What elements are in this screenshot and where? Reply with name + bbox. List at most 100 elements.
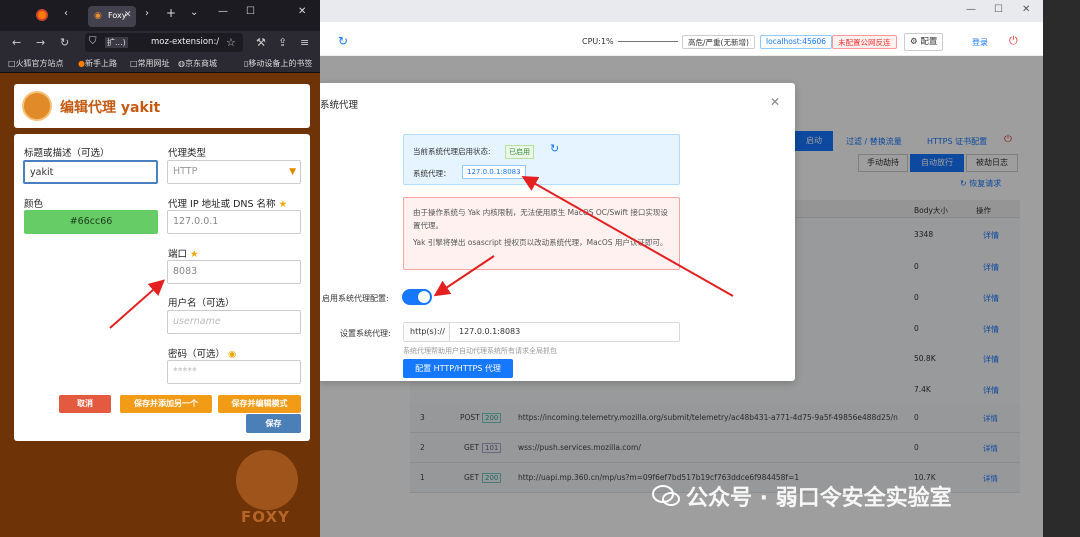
reload-icon[interactable]: ↻ bbox=[60, 36, 69, 49]
config-button[interactable]: ⚙ 配置 bbox=[904, 33, 944, 51]
cpu-graph bbox=[618, 41, 678, 42]
desktop-edge bbox=[1043, 0, 1080, 537]
refresh-icon[interactable]: ↻ bbox=[550, 142, 559, 155]
close-icon[interactable]: ✕ bbox=[1022, 4, 1030, 15]
title-input[interactable]: yakit bbox=[23, 160, 158, 184]
bookmark-item[interactable]: ●新手上路 bbox=[78, 58, 117, 69]
password-label: 密码（可选） ◉ bbox=[168, 346, 236, 360]
shield-icon: ⛉ bbox=[89, 36, 97, 47]
help-text: 系统代理帮助用户自动代理系统所有请求全局抓包 bbox=[403, 347, 557, 355]
chevron-left-icon[interactable]: ‹ bbox=[64, 8, 68, 19]
foxyproxy-logo-icon bbox=[22, 91, 52, 121]
password-label-text: 密码（可选） bbox=[168, 349, 226, 360]
tab-foxy[interactable]: ◉ Foxy ✕ bbox=[88, 6, 136, 27]
power-icon[interactable]: ⏻ bbox=[1009, 34, 1018, 48]
eye-icon[interactable]: ◉ bbox=[228, 349, 236, 360]
bookmark-item[interactable]: □常用网址 bbox=[130, 58, 170, 69]
extension-icon[interactable]: ⚒ bbox=[256, 36, 266, 49]
reverse-status[interactable]: 未配置公网反连 bbox=[832, 35, 897, 49]
fox-icon: ◉ bbox=[94, 11, 102, 21]
ip-label: 代理 IP 地址或 DNS 名称 ★ bbox=[168, 196, 287, 210]
extension-chip: 扩...) bbox=[105, 37, 128, 48]
bookmark-label: 火狐官方站点 bbox=[15, 59, 64, 68]
warning-box: 由于操作系统与 Yak 内核限制，无法使用原生 MacOS OC/Swift 接… bbox=[403, 197, 680, 270]
new-tab-icon[interactable]: + bbox=[166, 6, 176, 20]
folder-icon: □ bbox=[8, 59, 16, 68]
type-label: 代理类型 bbox=[168, 148, 207, 159]
bookmark-item[interactable]: ▯移动设备上的书签 bbox=[244, 58, 312, 69]
toggle-label: 启用系统代理配置: bbox=[322, 294, 389, 303]
share-icon[interactable]: ⇪ bbox=[278, 36, 287, 49]
page-title: 编辑代理 yakit bbox=[60, 100, 161, 116]
configure-proxy-button[interactable]: 配置 HTTP/HTTPS 代理 bbox=[403, 359, 513, 378]
tab-bar bbox=[0, 0, 320, 31]
minimize-icon[interactable]: — bbox=[966, 4, 976, 15]
bookmark-item[interactable]: ◍京东商城 bbox=[178, 58, 217, 69]
bookmark-label: 新手上路 bbox=[84, 59, 117, 68]
maximize-icon[interactable]: ☐ bbox=[246, 6, 255, 17]
save-add-button[interactable]: 保存并添加另一个 bbox=[120, 395, 212, 413]
login-link[interactable]: 登录 bbox=[972, 37, 988, 48]
forward-icon[interactable]: → bbox=[36, 36, 45, 49]
modal-title: 系统代理 bbox=[320, 100, 359, 111]
bookmark-star-icon[interactable]: ☆ bbox=[226, 36, 236, 49]
save-button[interactable]: 保存 bbox=[246, 414, 301, 433]
caret-down-icon: ▼ bbox=[289, 167, 296, 177]
proxy-address-input[interactable]: http(s):// 127.0.0.1:8083 bbox=[403, 322, 680, 342]
minimize-icon[interactable]: — bbox=[218, 6, 228, 17]
watermark: 公众号 · 弱口令安全实验室 bbox=[686, 486, 952, 511]
close-icon[interactable]: ✕ bbox=[298, 6, 306, 17]
config-label: 配置 bbox=[920, 37, 938, 47]
color-label: 颜色 bbox=[24, 199, 44, 210]
status-badge: 已启用 bbox=[505, 145, 534, 159]
ip-label-text: 代理 IP 地址或 DNS 名称 bbox=[168, 199, 276, 210]
scheme-addon: http(s):// bbox=[404, 323, 450, 341]
yakit-titlebar bbox=[320, 0, 1043, 22]
host-badge[interactable]: localhost:45606 bbox=[760, 35, 833, 49]
warning-text-2: Yak 引擎将弹出 osascript 授权页以改动系统代理，MacOS 用户认… bbox=[413, 238, 668, 247]
menu-icon[interactable]: ≡ bbox=[300, 36, 309, 49]
cpu-usage: CPU:1% bbox=[582, 37, 614, 46]
status-label: 当前系统代理启用状态: bbox=[413, 147, 491, 156]
port-label-text: 端口 bbox=[168, 249, 188, 260]
firefox-icon[interactable] bbox=[36, 9, 48, 21]
warning-text-1: 由于操作系统与 Yak 内核限制，无法使用原生 MacOS OC/Swift 接… bbox=[413, 208, 668, 230]
bookmark-label: 移动设备上的书签 bbox=[248, 59, 313, 68]
close-icon[interactable]: ✕ bbox=[770, 95, 780, 109]
firefox-icon: ● bbox=[78, 59, 85, 68]
url-bar[interactable]: ⛉ 扩...) moz-extension:/ bbox=[85, 33, 243, 52]
required-star-icon: ★ bbox=[190, 249, 199, 260]
cancel-button[interactable]: 取消 bbox=[59, 395, 111, 413]
fox-logo-icon bbox=[236, 450, 298, 510]
system-proxy-toggle[interactable] bbox=[402, 289, 432, 305]
proxy-type-value: HTTP bbox=[173, 166, 198, 177]
maximize-icon[interactable]: ☐ bbox=[994, 4, 1003, 15]
foxyproxy-header bbox=[14, 84, 310, 128]
color-picker[interactable]: #66cc66 bbox=[24, 210, 158, 234]
chevron-right-icon[interactable]: › bbox=[145, 8, 149, 19]
port-input[interactable]: 8083 bbox=[167, 260, 301, 284]
tab-close-icon[interactable]: ✕ bbox=[124, 10, 132, 20]
folder-icon: □ bbox=[130, 59, 138, 68]
proxy-value-badge: 127.0.0.1:8083 bbox=[462, 165, 526, 179]
url-text: moz-extension:/ bbox=[151, 37, 220, 47]
gear-icon: ⚙ bbox=[910, 37, 921, 47]
password-input[interactable]: ***** bbox=[167, 360, 301, 384]
tab-list-icon[interactable]: ⌄ bbox=[190, 7, 198, 18]
set-proxy-label: 设置系统代理: bbox=[340, 329, 391, 338]
proxy-label: 系统代理： bbox=[413, 169, 451, 178]
bookmark-item[interactable]: □火狐官方站点 bbox=[8, 58, 64, 69]
proxy-address-value: 127.0.0.1:8083 bbox=[459, 327, 521, 336]
wechat-icon bbox=[652, 485, 680, 506]
username-label: 用户名（可选） bbox=[168, 298, 235, 309]
refresh-icon[interactable]: ↻ bbox=[338, 34, 348, 48]
back-icon[interactable]: ← bbox=[12, 36, 21, 49]
vuln-status[interactable]: 高危/严重(无新增) bbox=[682, 35, 755, 49]
foxy-brand: FOXY bbox=[241, 508, 290, 526]
username-input[interactable]: username bbox=[167, 310, 301, 334]
save-edit-button[interactable]: 保存并编辑模式 bbox=[218, 395, 301, 413]
ip-input[interactable]: 127.0.0.1 bbox=[167, 210, 301, 234]
bookmark-label: 京东商城 bbox=[184, 59, 217, 68]
globe-icon: ◍ bbox=[178, 59, 185, 68]
proxy-type-select[interactable]: HTTP ▼ bbox=[167, 160, 301, 184]
